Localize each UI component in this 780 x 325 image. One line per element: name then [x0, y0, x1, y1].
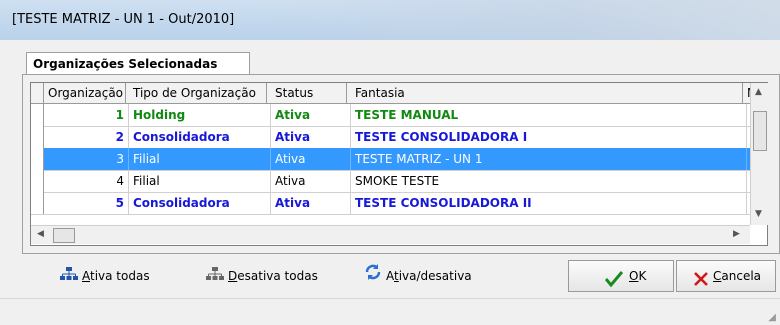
scroll-up-arrow-icon[interactable]: ▲ [755, 87, 762, 97]
column-header-fantasia[interactable]: Fantasia [351, 83, 743, 103]
cell-fantasia: TESTE CONSOLIDADORA II [351, 192, 747, 214]
ativa-desativa-label: iva/desativa [398, 269, 472, 283]
cell-tipo: Consolidadora [129, 192, 271, 214]
tab-organizacoes-selecionadas[interactable]: Organizações Selecionadas [26, 52, 250, 75]
cancela-button[interactable]: Cancela [676, 260, 776, 292]
refresh-icon [364, 263, 382, 291]
cell-organizacao: 1 [44, 104, 129, 126]
cell-status: Ativa [271, 170, 351, 192]
desativa-todas-accel: D [228, 269, 238, 283]
ativa-desativa-button[interactable]: Ativa/desativa [364, 262, 472, 290]
cancela-label: Cancela [713, 269, 762, 283]
cell-organizacao: 5 [44, 192, 129, 214]
ativa-todas-accel: A [82, 269, 90, 283]
status-bar: ◢ [0, 298, 780, 325]
desativa-todas-label: esativa todas [237, 269, 318, 283]
grid-header: Organização Tipo de Organização Status F… [31, 83, 751, 104]
cell-fantasia: TESTE CONSOLIDADORA I [351, 126, 747, 148]
cell-status: Ativa [271, 126, 351, 148]
network-icon [60, 263, 78, 291]
table-row[interactable]: 5 Consolidadora Ativa TESTE CONSOLIDADOR… [31, 192, 750, 215]
window-title: [TESTE MATRIZ - UN 1 - Out/2010] [12, 12, 235, 27]
desativa-todas-button[interactable]: Desativa todas [206, 262, 318, 290]
title-bar-decoration [260, 0, 780, 40]
horizontal-scrollbar[interactable]: ◀ ▶ [31, 225, 750, 244]
ok-button[interactable]: OK [568, 260, 674, 292]
cell-organizacao: 3 [44, 148, 129, 170]
resize-grip-icon[interactable]: ◢ [768, 312, 776, 323]
organizations-grid: Organização Tipo de Organização Status F… [30, 82, 768, 246]
vertical-scroll-thumb[interactable] [753, 111, 767, 151]
cell-organizacao: 2 [44, 126, 129, 148]
column-header-status[interactable]: Status [271, 83, 347, 103]
cell-tipo: Filial [129, 170, 271, 192]
column-header-organizacao[interactable]: Organização [44, 83, 126, 103]
table-row[interactable]: 4 Filial Ativa SMOKE TESTE S [31, 170, 755, 193]
scroll-down-arrow-icon[interactable]: ▼ [755, 209, 762, 219]
ativa-desativa-prefix: A [386, 269, 394, 283]
horizontal-scroll-thumb[interactable] [53, 228, 75, 243]
table-row[interactable]: 1 Holding Ativa TESTE MANUAL [31, 104, 750, 127]
cell-fantasia: TESTE MATRIZ - UN 1 [351, 148, 747, 170]
cell-fantasia: TESTE MANUAL [351, 104, 747, 126]
network-disabled-icon [206, 263, 224, 291]
header-indicator [31, 83, 44, 103]
cell-status: Ativa [271, 192, 351, 214]
cell-tipo: Consolidadora [129, 126, 271, 148]
ok-label: OK [629, 269, 647, 283]
checkmark-icon [604, 268, 624, 298]
ativa-todas-button[interactable]: Ativa todas [60, 262, 150, 290]
row-indicator [31, 148, 44, 170]
cell-tipo: Holding [129, 104, 271, 126]
close-icon [693, 268, 709, 298]
cell-status: Ativa [271, 148, 351, 170]
row-indicator [31, 192, 44, 214]
table-row[interactable]: 2 Consolidadora Ativa TESTE CONSOLIDADOR… [31, 126, 750, 149]
cell-organizacao: 4 [44, 170, 129, 192]
cell-tipo: Filial [129, 148, 271, 170]
ativa-todas-label: tiva todas [90, 269, 150, 283]
column-header-tipo[interactable]: Tipo de Organização [129, 83, 267, 103]
row-indicator [31, 104, 44, 126]
vertical-scrollbar[interactable]: ▲ ▼ [750, 83, 768, 225]
action-toolbar: Ativa todas Desativa todas Ativa/desativ… [0, 256, 780, 296]
scroll-right-arrow-icon[interactable]: ▶ [733, 229, 740, 239]
row-indicator [31, 126, 44, 148]
row-indicator [31, 170, 44, 192]
scroll-left-arrow-icon[interactable]: ◀ [37, 229, 44, 239]
cell-status: Ativa [271, 104, 351, 126]
title-bar: [TESTE MATRIZ - UN 1 - Out/2010] [0, 0, 780, 41]
cell-fantasia: SMOKE TESTE [351, 170, 747, 192]
table-row-selected[interactable]: 3 Filial Ativa TESTE MATRIZ - UN 1 [31, 148, 750, 171]
